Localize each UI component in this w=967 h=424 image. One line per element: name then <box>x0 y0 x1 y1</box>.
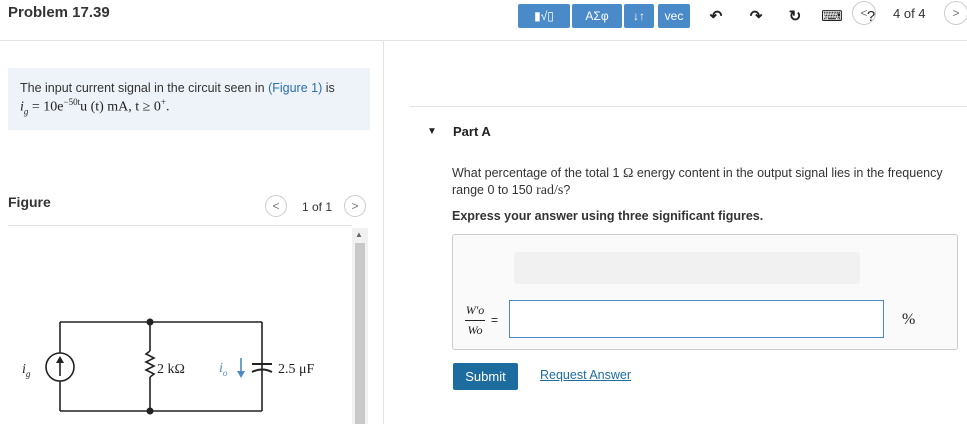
prev-figure-button[interactable]: < <box>265 195 287 217</box>
resistor-zigzag <box>144 350 156 378</box>
request-answer-link[interactable]: Request Answer <box>540 368 631 382</box>
expr-rest: u (t) mA, t ≥ 0 <box>80 99 161 115</box>
undo-icon[interactable]: ↶ <box>706 6 726 26</box>
question-part-4: ? <box>563 183 571 197</box>
current-expression: ig = 10e−50tu (t) mA, t ≥ 0+. <box>20 97 169 116</box>
greek-symbols-button[interactable]: ΑΣφ <box>572 4 622 28</box>
current-source <box>45 352 75 382</box>
output-current-arrow-icon <box>237 371 245 378</box>
column-divider <box>383 41 384 424</box>
submit-button[interactable]: Submit <box>453 363 518 390</box>
figure-counter: 1 of 1 <box>302 200 333 214</box>
source-label: ig <box>22 362 31 379</box>
figure-scroll-thumb[interactable] <box>355 243 365 424</box>
figure-link[interactable]: (Figure 1) <box>268 81 322 95</box>
question-part-1: What percentage of the total 1 <box>452 166 620 180</box>
math-toolbar <box>514 252 860 284</box>
fraction-bar <box>465 320 485 321</box>
next-problem-button[interactable]: > <box>944 1 967 25</box>
fraction-denominator: Wo <box>467 323 483 337</box>
header-divider <box>0 40 967 41</box>
resistor-label: 2 kΩ <box>157 362 185 377</box>
omega-symbol: Ω <box>622 166 634 181</box>
part-label[interactable]: Part A <box>453 124 491 139</box>
question-part-2: energy content in the output signal lies… <box>636 166 943 180</box>
problem-title: Problem 17.39 <box>8 4 110 21</box>
chevron-left-icon: < <box>272 199 280 213</box>
question-part-3: range 0 to 150 <box>452 183 533 197</box>
question-units: rad/s <box>536 183 564 198</box>
problem-text: The input current signal in the circuit … <box>20 81 335 95</box>
chevron-right-icon: > <box>952 6 960 20</box>
reset-icon[interactable]: ↻ <box>785 6 805 26</box>
capacitor-label: 2.5 μF <box>278 362 315 377</box>
redo-icon[interactable]: ↷ <box>746 6 766 26</box>
problem-text-before: The input current signal in the circuit … <box>20 81 265 95</box>
templates-button[interactable]: ▮√▯ <box>518 4 570 28</box>
answer-input[interactable] <box>509 300 884 338</box>
next-figure-button[interactable]: > <box>344 195 366 217</box>
expr-exponent: −50t <box>63 97 81 107</box>
circuit-diagram: ig 2 kΩ io 2.5 μF <box>22 318 315 415</box>
collapse-triangle-icon[interactable]: ▼ <box>427 126 437 137</box>
fraction-numerator: W′o <box>465 303 485 317</box>
problem-counter: 4 of 4 <box>893 6 926 21</box>
answer-fraction-label: W′o Wo <box>465 303 485 338</box>
help-icon[interactable]: ? <box>861 6 881 26</box>
chevron-right-icon: > <box>351 199 359 213</box>
junction-dot <box>146 318 154 326</box>
figure-heading: Figure <box>8 194 51 210</box>
expr-eq: = 10e <box>28 99 64 115</box>
output-current-label: io <box>219 361 228 378</box>
keyboard-icon[interactable]: ⌨ <box>821 6 843 26</box>
part-divider <box>410 106 967 107</box>
expr-end: . <box>165 99 170 115</box>
question-text: What percentage of the total 1 Ω energy … <box>452 165 967 199</box>
equals-sign: = <box>491 313 499 327</box>
scroll-up-icon[interactable]: ▲ <box>355 230 363 239</box>
problem-text-after: is <box>325 81 335 95</box>
sort-arrows-button[interactable]: ↓↑ <box>624 4 654 28</box>
answer-instruction: Express your answer using three signific… <box>452 209 764 223</box>
junction-dot <box>146 407 154 415</box>
vector-button[interactable]: vec <box>658 4 690 28</box>
answer-unit: % <box>902 311 916 328</box>
